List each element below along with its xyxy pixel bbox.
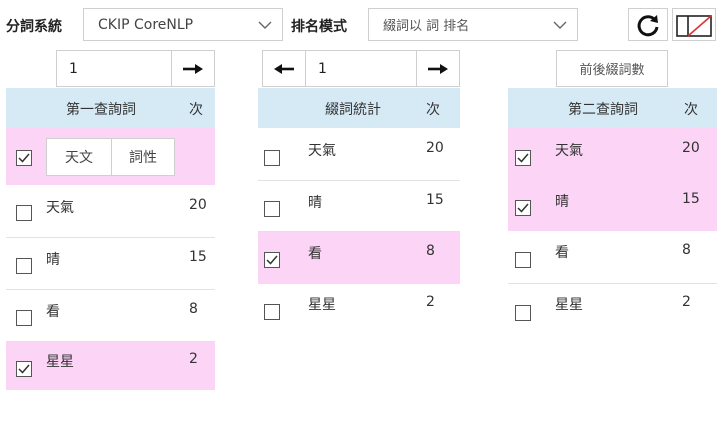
table-row-selected[interactable]: 天氣 20 [508,128,717,179]
row-word: 晴 [308,195,322,211]
table-row[interactable]: 看 8 [508,231,717,284]
row-word: 看 [46,304,60,320]
layout-toggle-button[interactable] [672,8,716,41]
row-word: 星星 [555,297,583,313]
col1-header: 第一查詢詞 次 [6,88,215,128]
layout-icon [676,14,712,37]
col3-header-title: 第二查詢詞 [568,102,638,118]
table-row[interactable]: 天氣 20 [258,128,460,181]
row-word: 天氣 [308,143,336,159]
row-word: 天氣 [46,200,74,216]
chevron-down-icon [258,21,272,29]
col1-header-title: 第一查詢詞 [66,102,136,118]
table-row-selected[interactable]: 看 8 [258,232,460,284]
refresh-icon [637,14,659,36]
table-row[interactable]: 星星 2 [258,284,460,336]
table-row-selected[interactable]: 晴 15 [508,179,717,231]
col2-count-header: 次 [426,102,440,118]
filter-astronomy-button[interactable]: 天文 [46,138,112,176]
col1-filter-checkbox[interactable] [16,150,32,166]
row-count: 20 [426,140,444,156]
checkmark-icon [266,255,278,265]
col2-header: 綴詞統計 次 [258,88,460,128]
rank-mode-label: 排名模式 [291,19,347,35]
row-checkbox[interactable] [264,304,280,320]
row-count: 20 [189,197,207,213]
row-checkbox[interactable] [515,200,531,216]
row-count: 8 [682,242,691,258]
seg-system-select[interactable]: CKIP CoreNLP [83,8,283,41]
page-input-mid[interactable]: 1 [305,50,417,87]
row-count: 2 [682,294,691,310]
col3-count-header: 次 [684,102,698,118]
row-count: 2 [426,294,435,310]
checkmark-icon [18,364,30,374]
refresh-button[interactable] [628,8,668,41]
row-count: 20 [682,140,700,156]
row-count: 2 [189,351,198,367]
arrow-right-icon [428,63,448,74]
filter-pos-button[interactable]: 詞性 [111,138,175,176]
row-word: 天氣 [555,143,583,159]
row-checkbox[interactable] [264,201,280,217]
row-word: 星星 [46,354,74,370]
arrow-left-icon [274,63,294,74]
chevron-down-icon [553,21,567,29]
table-row[interactable]: 天氣 20 [6,185,215,238]
row-checkbox[interactable] [16,205,32,221]
checkmark-icon [517,153,529,163]
page-input-left[interactable]: 1 [56,50,172,87]
checkmark-icon [18,153,30,163]
row-count: 15 [426,192,444,208]
rank-mode-select[interactable]: 綴詞以 詞 排名 [368,8,578,41]
row-count: 8 [189,301,198,317]
row-word: 晴 [555,194,569,210]
arrow-right-icon [183,63,203,74]
seg-system-value: CKIP CoreNLP [98,16,194,33]
rank-mode-value: 綴詞以 詞 排名 [383,19,470,34]
row-count: 15 [189,249,207,265]
table-row[interactable]: 星星 2 [508,284,717,336]
col1-filter-row: 天文 詞性 [6,128,215,185]
table-row-selected[interactable]: 星星 2 [6,342,215,390]
prev-page-button-mid[interactable] [262,50,306,87]
row-checkbox[interactable] [515,305,531,321]
row-checkbox[interactable] [264,150,280,166]
row-count: 15 [682,191,700,207]
table-row[interactable]: 晴 15 [258,181,460,232]
col2-header-title: 綴詞統計 [325,102,381,118]
next-page-button-mid[interactable] [416,50,460,87]
row-checkbox[interactable] [515,150,531,166]
table-row[interactable]: 看 8 [6,290,215,342]
row-checkbox[interactable] [515,252,531,268]
row-word: 看 [308,246,322,262]
page-number-mid: 1 [318,60,327,77]
row-checkbox[interactable] [16,361,32,377]
page-number-left: 1 [69,60,78,77]
row-checkbox[interactable] [264,252,280,268]
seg-system-label: 分詞系統 [6,19,62,35]
row-word: 晴 [46,252,60,268]
prefix-count-button[interactable]: 前後綴詞數 [556,50,668,87]
next-page-button-left[interactable] [171,50,215,87]
row-checkbox[interactable] [16,310,32,326]
checkmark-icon [517,203,529,213]
col1-count-header: 次 [189,102,203,118]
table-row[interactable]: 晴 15 [6,238,215,290]
col3-header: 第二查詢詞 次 [508,88,717,128]
row-word: 星星 [308,297,336,313]
row-checkbox[interactable] [16,258,32,274]
row-word: 看 [555,245,569,261]
row-count: 8 [426,243,435,259]
